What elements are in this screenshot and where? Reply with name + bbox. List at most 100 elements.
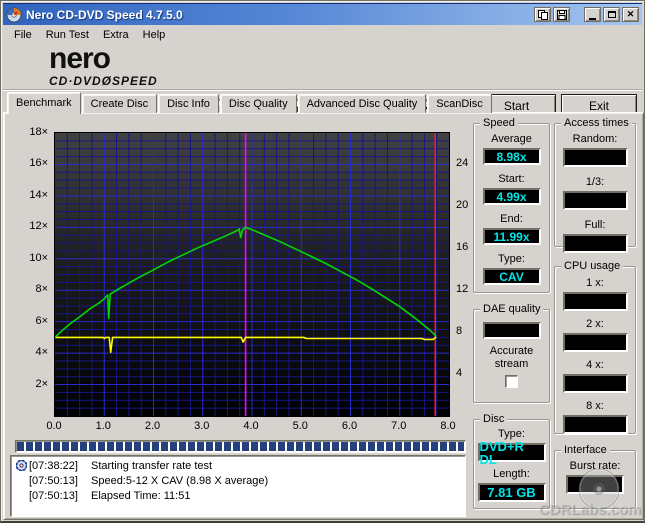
- lcd-display: [562, 374, 628, 393]
- y2-axis-label: 16: [456, 241, 469, 254]
- app-icon: [6, 7, 22, 22]
- y-axis-label: 10×: [29, 251, 48, 264]
- log-timestamp: [07:50:13]: [29, 474, 78, 487]
- access-times-panel: Access times Random: 1/3: Full:: [554, 117, 636, 253]
- lcd-display: [566, 475, 624, 494]
- speed-panel-title: Speed: [480, 117, 518, 129]
- disc-icon: [13, 460, 29, 471]
- window-title: Nero CD-DVD Speed 4.7.5.0: [26, 7, 183, 22]
- x-axis-label: 3.0: [194, 420, 210, 432]
- cpu-usage-panel-title: CPU usage: [561, 260, 624, 272]
- menu-run-test[interactable]: Run Test: [39, 28, 96, 42]
- tab-advanced-disc-quality[interactable]: Advanced Disc Quality: [297, 94, 427, 113]
- y2-axis-label: 8: [456, 325, 463, 338]
- log-timestamp: [07:50:13]: [29, 489, 78, 502]
- dae-quality-panel-title: DAE quality: [480, 303, 544, 315]
- dae-quality-panel: DAE quality Accurate stream: [473, 303, 550, 403]
- log-timestamp: [07:38:22]: [29, 459, 78, 472]
- y2-axis-label: 4: [456, 367, 463, 380]
- menu-bar: File Run Test Extra Help: [3, 26, 642, 43]
- field-label: Type:: [498, 253, 525, 265]
- cpu-usage-panel: CPU usage 1 x: 2 x: 4 x: 8 x:: [554, 260, 636, 434]
- lcd-display: DVD+R DL: [477, 440, 546, 466]
- y-axis-label: 16×: [29, 157, 48, 170]
- accurate-stream-label: Accurate stream: [489, 345, 534, 370]
- interface-panel: Interface Burst rate:: [554, 444, 636, 509]
- x-axis-label: 2.0: [144, 420, 161, 432]
- close-icon: ✕: [626, 9, 635, 19]
- log-message: Elapsed Time: 11:51: [91, 489, 191, 502]
- tab-disc-info[interactable]: Disc Info: [158, 94, 219, 113]
- speed-panel: Speed Average 8.98x Start: 4.99x End: 11.99x T…: [473, 117, 550, 293]
- tab-disc-quality[interactable]: Disc Quality: [219, 94, 297, 113]
- x-axis-label: 5.0: [292, 420, 308, 432]
- x-axis-label: 7.0: [391, 420, 407, 432]
- menu-extra[interactable]: Extra: [96, 28, 136, 42]
- field-label: 2 x:: [586, 318, 604, 330]
- lcd-display: [562, 148, 628, 167]
- copy-button[interactable]: [534, 7, 551, 22]
- accurate-stream-checkbox[interactable]: [505, 375, 518, 388]
- tab-benchmark[interactable]: Benchmark: [7, 92, 81, 114]
- transfer-rate-chart: 18× 16× 14× 12× 10× 8× 6× 4× 2× 24 20 16 12 8 4 0.0 1.…: [4, 113, 474, 438]
- toolbar: nero CD·DVDØSPEED [0:0] BENQ DVD DD DW16…: [3, 42, 642, 121]
- progress-bar: [15, 440, 466, 453]
- interface-panel-title: Interface: [561, 444, 610, 456]
- log-entry: [07:50:13] Speed:5-12 X CAV (8.98 X avera…: [13, 473, 465, 488]
- save-icon: [556, 9, 567, 20]
- lcd-display: 7.81 GB: [477, 483, 546, 502]
- access-times-panel-title: Access times: [561, 117, 632, 129]
- lcd-display: 8.98x: [482, 148, 541, 165]
- close-button[interactable]: ✕: [622, 7, 639, 22]
- maximize-icon: [607, 11, 616, 18]
- app-window: Nero CD-DVD Speed 4.7.5.0 ✕ File Run Test…: [0, 0, 645, 523]
- lcd-display: [562, 234, 628, 253]
- field-label: 1/3:: [585, 176, 605, 188]
- field-label: 8 x:: [586, 400, 604, 412]
- minimize-button[interactable]: [584, 7, 601, 22]
- y2-axis-label: 24: [456, 157, 469, 170]
- lcd-display: [562, 333, 628, 352]
- disc-panel-title: Disc: [480, 413, 508, 425]
- field-label: Burst rate:: [569, 460, 621, 472]
- log-entry: [07:38:22] Starting transfer rate test: [13, 458, 465, 473]
- y-axis-label: 6×: [35, 314, 48, 327]
- y-axis-label: 14×: [29, 188, 48, 201]
- dae-quality-display: [482, 322, 541, 339]
- log-entry: [07:50:13] Elapsed Time: 11:51: [13, 488, 465, 503]
- nero-logo: nero CD·DVDØSPEED: [49, 42, 158, 88]
- tab-bar: Benchmark Create Disc Disc Info Disc Qualit…: [7, 91, 642, 114]
- y-axis-label: 18×: [29, 126, 48, 138]
- lcd-display: [562, 292, 628, 311]
- lcd-display: CAV: [482, 268, 541, 285]
- tab-create-disc[interactable]: Create Disc: [81, 94, 158, 113]
- x-axis-label: 0.0: [46, 420, 62, 432]
- field-label: End:: [500, 213, 523, 225]
- field-label: Full:: [584, 219, 606, 231]
- y2-axis-label: 12: [456, 283, 469, 296]
- save-button[interactable]: [553, 7, 570, 22]
- maximize-button[interactable]: [603, 7, 620, 22]
- nero-logo-subtitle: CD·DVDØSPEED: [49, 74, 158, 88]
- x-axis-label: 1.0: [95, 420, 111, 432]
- log-message: Speed:5-12 X CAV (8.98 X average): [91, 474, 269, 487]
- x-axis-label: 6.0: [341, 420, 358, 432]
- y-axis-label: 12×: [29, 220, 48, 233]
- chart-plot-area: [54, 132, 450, 417]
- field-label: 4 x:: [586, 359, 604, 371]
- lcd-display: 11.99x: [482, 228, 541, 245]
- lcd-display: [562, 415, 628, 434]
- x-axis-label: 4.0: [243, 420, 259, 432]
- log-box[interactable]: [07:38:22] Starting transfer rate test [07…: [10, 455, 466, 517]
- menu-help[interactable]: Help: [136, 28, 173, 42]
- lcd-display: 4.99x: [482, 188, 541, 205]
- nero-logo-wordmark: nero: [49, 42, 111, 75]
- minimize-icon: [589, 17, 596, 20]
- tab-scandisc[interactable]: ScanDisc: [427, 94, 492, 113]
- progress-bar-fill: [17, 442, 464, 451]
- field-label: Start:: [498, 173, 525, 185]
- menu-file[interactable]: File: [7, 28, 39, 42]
- y-axis-label: 4×: [35, 346, 48, 359]
- field-label: Length:: [493, 468, 530, 480]
- y-axis-label: 2×: [35, 377, 48, 390]
